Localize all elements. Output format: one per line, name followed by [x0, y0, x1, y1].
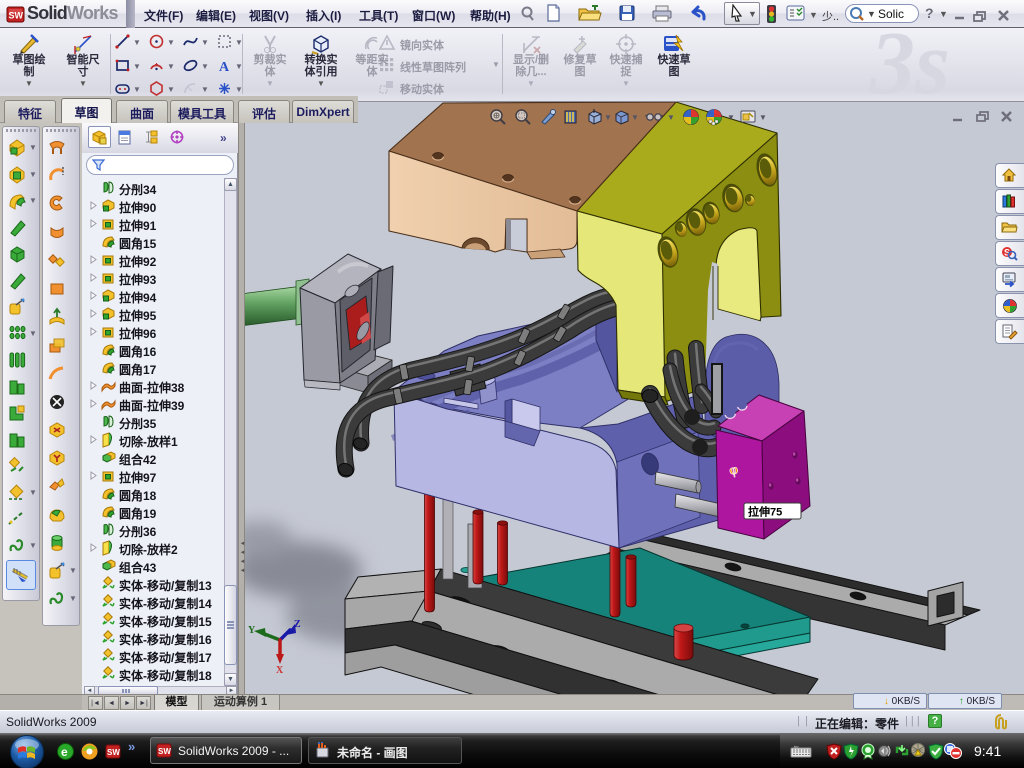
svg-text:SW: SW — [107, 748, 120, 757]
svg-text:SW: SW — [158, 747, 171, 756]
svg-text:Z: Z — [294, 619, 301, 630]
svg-text:拉伸75: 拉伸75 — [748, 505, 782, 519]
svg-text:A: A — [219, 60, 230, 74]
svg-text:key: key — [794, 745, 799, 749]
svg-text:X: X — [276, 665, 284, 676]
svg-text:e: e — [61, 745, 68, 759]
svg-text:Y: Y — [248, 625, 256, 636]
svg-text:SW: SW — [9, 11, 24, 21]
